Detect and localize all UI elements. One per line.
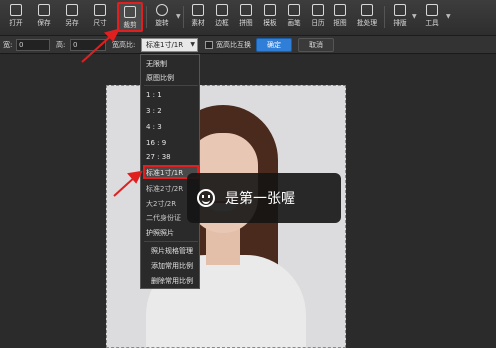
brush-label: 画笔 [287,19,301,27]
toast-text: 是第一张喔 [225,191,295,207]
dropdown-item[interactable]: 原图比例 [146,73,174,83]
dropdown-item-selected[interactable]: 标准1寸/1R [146,168,183,178]
resize-button[interactable]: 尺寸 [88,2,112,32]
dropdown-item[interactable]: 大2寸/2R [146,199,176,209]
chevron-down-icon: ▼ [190,41,195,48]
batch-icon [361,4,373,16]
dropdown-item-add[interactable]: 添加常用比例 [151,261,193,271]
ratio-dropdown-list: 无限制 原图比例 1 : 1 3 : 2 4 : 3 16 : 9 27 : 3… [140,54,200,289]
add-material-icon [192,4,204,16]
ratio-select-value: 标准1寸/1R [146,41,184,49]
collage-label: 拼图 [239,19,253,27]
dropdown-item[interactable]: 标准2寸/2R [146,184,183,194]
cancel-button[interactable]: 取消 [298,38,334,52]
dropdown-item[interactable]: 4 : 3 [146,123,162,131]
crop-icon [124,6,136,18]
crop-options-bar: 宽: 0 高: 0 宽高比: 标准1寸/1R ▼ 宽高比互换 确定 取消 [0,36,496,54]
dropdown-divider [144,85,198,86]
layout-label: 排版 [393,19,407,27]
template-icon [264,4,276,16]
save-as-label: 另存 [65,19,79,27]
calendar-icon [312,4,324,16]
rotate-dropdown-arrow-icon[interactable]: ▼ [176,13,181,20]
brush-button[interactable]: 画笔 [282,2,306,32]
frame-label: 边框 [215,19,229,27]
cutout-icon [334,4,346,16]
smile-icon [197,189,215,207]
template-label: 模板 [263,19,277,27]
open-button[interactable]: 打开 [4,2,28,32]
save-as-icon [66,4,78,16]
material-label: 素材 [191,19,205,27]
layout-dropdown-arrow-icon[interactable]: ▼ [412,13,417,20]
ratio-label: 宽高比: [112,41,136,49]
toolbar-divider [183,6,184,28]
batch-button[interactable]: 批处理 [352,2,382,32]
template-button[interactable]: 模板 [258,2,282,32]
layout-button[interactable]: 排版 [388,2,412,32]
frame-icon [216,4,228,16]
collage-button[interactable]: 拼图 [234,2,258,32]
toolbar-divider [146,6,147,28]
swap-ratio-label: 宽高比互换 [216,41,251,49]
dropdown-item[interactable]: 27 : 38 [146,153,171,161]
tools-button[interactable]: 工具 [420,2,444,32]
ratio-select[interactable]: 标准1寸/1R ▼ [141,38,198,52]
toolbar-divider [384,6,385,28]
height-label: 高: [56,41,66,49]
rotate-label: 旋转 [155,19,169,27]
main-toolbar: 打开 保存 另存 尺寸 裁剪 旋转 ▼ 素材 边框 拼图 模板 画笔 日历 抠图… [0,0,496,36]
crop-button[interactable]: 裁剪 [117,2,143,32]
cutout-button[interactable]: 抠图 [328,2,352,32]
folder-open-icon [10,4,22,16]
swap-ratio-checkbox[interactable] [205,41,213,49]
save-icon [38,4,50,16]
dropdown-item-manage[interactable]: 照片规格管理 [151,246,193,256]
save-label: 保存 [37,19,51,27]
width-label: 宽: [3,41,13,49]
calendar-button[interactable]: 日历 [306,2,330,32]
frame-button[interactable]: 边框 [210,2,234,32]
tools-icon [426,4,438,16]
brush-icon [288,4,300,16]
dropdown-item[interactable]: 16 : 9 [146,139,166,147]
collage-icon [240,4,252,16]
resize-label: 尺寸 [93,19,107,27]
cutout-label: 抠图 [333,19,347,27]
dropdown-divider [144,241,198,242]
width-field[interactable]: 0 [16,39,50,51]
batch-label: 批处理 [357,19,377,27]
dropdown-item[interactable]: 无限制 [146,59,167,69]
dropdown-item[interactable]: 二代身份证 [146,213,181,223]
open-label: 打开 [9,19,23,27]
dropdown-item[interactable]: 3 : 2 [146,107,162,115]
rotate-button[interactable]: 旋转 [150,2,174,32]
resize-icon [94,4,106,16]
layout-icon [394,4,406,16]
height-field[interactable]: 0 [70,39,106,51]
dropdown-item[interactable]: 护照照片 [146,228,174,238]
dropdown-item-delete[interactable]: 删除常用比例 [151,276,193,286]
tools-label: 工具 [425,19,439,27]
dropdown-item[interactable]: 1 : 1 [146,91,162,99]
crop-label: 裁剪 [123,21,137,29]
rotate-icon [156,4,168,16]
save-button[interactable]: 保存 [32,2,56,32]
save-as-button[interactable]: 另存 [60,2,84,32]
confirm-button[interactable]: 确定 [256,38,292,52]
toast-notification: 是第一张喔 [187,173,341,223]
tools-dropdown-arrow-icon[interactable]: ▼ [446,13,451,20]
calendar-label: 日历 [311,19,325,27]
material-button[interactable]: 素材 [186,2,210,32]
